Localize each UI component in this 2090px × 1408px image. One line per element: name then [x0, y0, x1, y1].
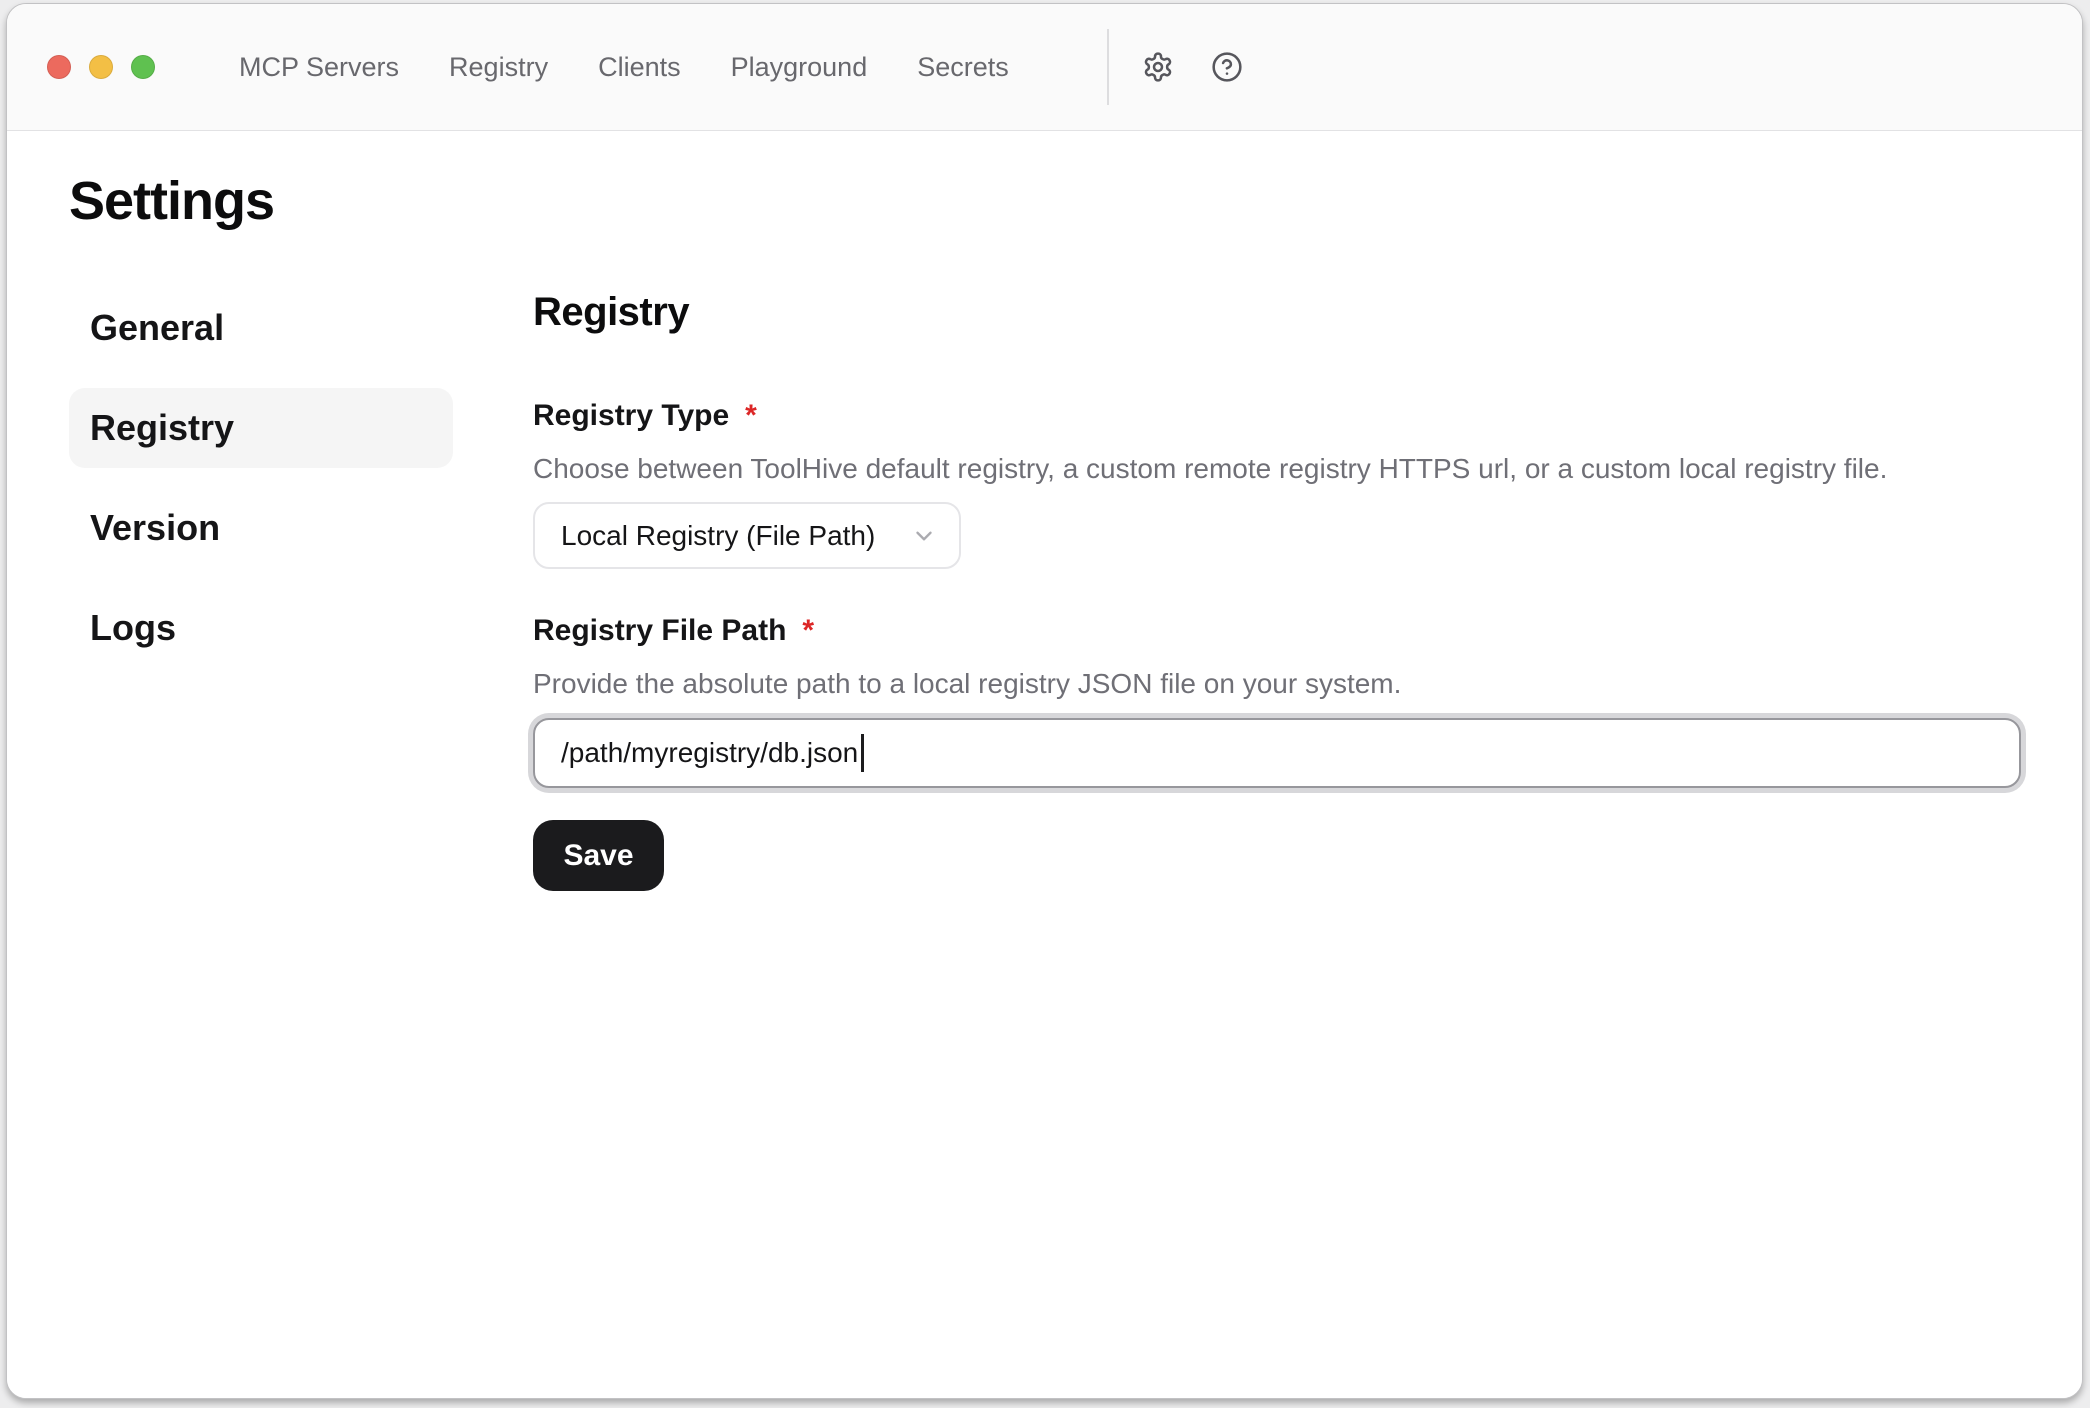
sidebar-item-label: Registry — [90, 407, 234, 449]
registry-file-path-input[interactable]: /path/myregistry/db.json — [533, 718, 2021, 788]
registry-file-path-description: Provide the absolute path to a local reg… — [533, 667, 2021, 701]
section-heading: Registry — [533, 288, 2021, 336]
minimize-window-button[interactable] — [89, 55, 113, 79]
registry-settings-panel: Registry Registry Type * Choose between … — [533, 288, 2021, 891]
required-marker: * — [745, 398, 757, 434]
page-title: Settings — [69, 169, 2019, 234]
nav-divider — [1107, 29, 1109, 105]
save-button[interactable]: Save — [533, 820, 664, 891]
settings-sidebar: General Registry Version Logs — [69, 288, 453, 891]
required-marker: * — [802, 613, 814, 649]
input-value: /path/myregistry/db.json — [561, 737, 858, 769]
registry-type-label: Registry Type * — [533, 398, 2021, 434]
field-label-text: Registry File Path — [533, 613, 786, 649]
nav-item-clients[interactable]: Clients — [598, 52, 681, 83]
text-cursor — [861, 734, 864, 772]
registry-type-description: Choose between ToolHive default registry… — [533, 452, 2021, 486]
close-window-button[interactable] — [47, 55, 71, 79]
nav-item-playground[interactable]: Playground — [731, 52, 868, 83]
field-label-text: Registry Type — [533, 398, 729, 434]
main-nav: MCP Servers Registry Clients Playground … — [239, 52, 1009, 83]
settings-page: Settings General Registry Version Logs — [7, 131, 2082, 1398]
window-controls — [47, 55, 155, 79]
registry-type-select[interactable]: Local Registry (File Path) — [533, 502, 961, 569]
sidebar-item-registry[interactable]: Registry — [69, 388, 453, 468]
help-circle-icon[interactable] — [1210, 50, 1244, 84]
nav-item-registry[interactable]: Registry — [449, 52, 548, 83]
chevron-down-icon — [911, 523, 937, 549]
zoom-window-button[interactable] — [131, 55, 155, 79]
titlebar: MCP Servers Registry Clients Playground … — [7, 4, 2082, 131]
nav-item-secrets[interactable]: Secrets — [917, 52, 1009, 83]
sidebar-item-label: General — [90, 307, 224, 349]
app-window: MCP Servers Registry Clients Playground … — [6, 3, 2083, 1399]
sidebar-item-general[interactable]: General — [69, 288, 453, 368]
sidebar-item-label: Version — [90, 507, 220, 549]
settings-gear-icon[interactable] — [1141, 50, 1175, 84]
sidebar-item-version[interactable]: Version — [69, 488, 453, 568]
registry-file-path-label: Registry File Path * — [533, 613, 2021, 649]
nav-item-mcp-servers[interactable]: MCP Servers — [239, 52, 399, 83]
selected-option: Local Registry (File Path) — [561, 520, 875, 552]
sidebar-item-label: Logs — [90, 607, 176, 649]
sidebar-item-logs[interactable]: Logs — [69, 588, 453, 668]
